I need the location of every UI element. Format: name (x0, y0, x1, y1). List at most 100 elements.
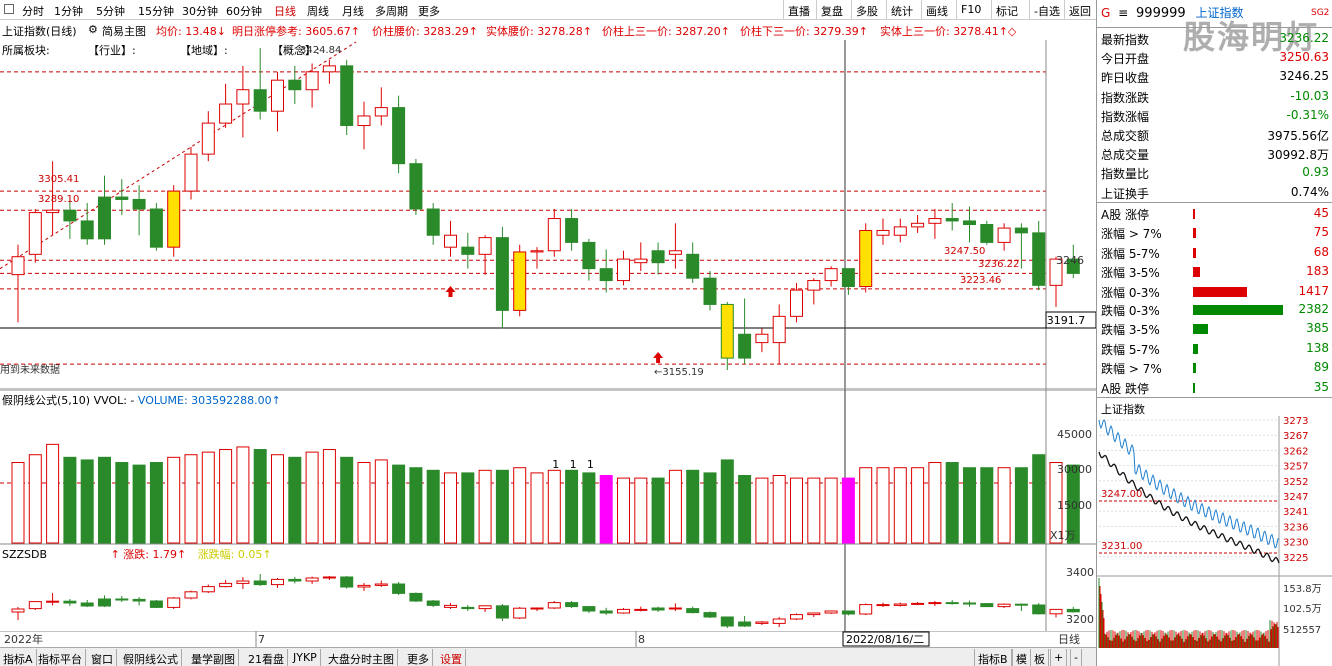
distribution-row: A股 涨停 45 (1101, 204, 1329, 223)
candle (928, 209, 942, 239)
gear-icon[interactable]: ⚙ (88, 23, 98, 36)
bottom-tab-5[interactable]: 21看盘 (245, 649, 288, 666)
candle (841, 268, 855, 295)
quote-label: 昨日收盘 (1101, 71, 1150, 86)
bottom-tab-7[interactable]: 大盘分时主图 (325, 649, 398, 666)
chart-title: 上证指数(日线) (2, 25, 77, 38)
indicator-candle (876, 602, 890, 607)
indicator-candle (582, 606, 596, 613)
toolbar-btn-3[interactable]: 统计 (886, 0, 917, 20)
g-icon[interactable]: G (1101, 6, 1110, 20)
toolbar-btn-8[interactable]: 返回 (1064, 0, 1095, 20)
period-4[interactable]: 30分钟 (182, 3, 218, 19)
toolbar-btn-4[interactable]: 画线 (921, 0, 952, 20)
bottom-tab-1[interactable]: 指标平台 (35, 649, 86, 666)
indicator-candle (738, 616, 752, 627)
period-7[interactable]: 周线 (307, 3, 329, 19)
toolbar-btn-1[interactable]: 复盘 (816, 0, 847, 20)
period-1[interactable]: 1分钟 (54, 3, 83, 19)
kline-chart[interactable]: 3305.41 3289.10 3247.50 3236.22 3223.46 ←3155… (0, 40, 1096, 390)
candle (28, 209, 42, 263)
candle (478, 235, 492, 275)
candle (409, 158, 423, 215)
distribution-label: A股 跌停 (1101, 381, 1150, 396)
candle (98, 175, 111, 245)
candle (184, 146, 198, 200)
indicator-candle (1049, 608, 1063, 618)
candle (530, 247, 544, 269)
bottom-tab-9[interactable]: 设置 (437, 649, 466, 666)
volume-bar (547, 469, 561, 544)
volume-bar (772, 475, 786, 544)
distribution-label: 跌幅 5-7% (1101, 342, 1160, 357)
toolbar-btn-5[interactable]: F10 (956, 0, 985, 20)
mini-chart-title: 上证指数 (1101, 403, 1145, 416)
bottom-tab-6[interactable]: JYKP (290, 649, 321, 666)
period-6[interactable]: 日线 (274, 3, 296, 19)
bottom-tab-4[interactable]: 量学副图 (188, 649, 239, 666)
candle (617, 250, 630, 286)
bottom-right-btn-1[interactable]: 模 (1012, 649, 1031, 666)
divider (1097, 27, 1332, 28)
period-indicator[interactable]: 日线 (1058, 632, 1080, 646)
period-0[interactable]: 分时 (22, 3, 44, 19)
quote-label: 上证换手 (1101, 186, 1150, 201)
mini-price-line (1098, 419, 1280, 549)
waist-price: 价柱腰价: 3283.29↑ (372, 25, 478, 38)
intraday-mini-chart[interactable]: 3273 3267 3262 3257 3252 3247 3241 3236 3230 3225… (1097, 416, 1332, 666)
body-waist-price: 实体腰价: 3278.28↑ (486, 25, 592, 38)
bottom-right-btn-0[interactable]: 指标B (974, 649, 1012, 666)
indicator-candle (253, 574, 267, 586)
period-2[interactable]: 5分钟 (96, 3, 125, 19)
candle (859, 223, 873, 293)
volume-bar (893, 467, 907, 544)
toolbar-btn-7[interactable]: -自选 (1029, 0, 1064, 20)
quote-value: 3246.25 (1279, 69, 1329, 84)
period-9[interactable]: 多周期 (375, 3, 408, 19)
volume-bar (322, 449, 336, 544)
distribution-label: 跌幅 > 7% (1101, 362, 1162, 377)
volume-bar (149, 462, 163, 544)
bottom-right-btn-2[interactable]: 板 (1030, 649, 1049, 666)
volume-bar (928, 462, 942, 544)
indicator-candle (945, 600, 959, 605)
quote-label: 指数涨幅 (1101, 109, 1150, 124)
indicator-candle (305, 576, 319, 584)
quote-row: 昨日收盘 3246.25 (1101, 67, 1329, 86)
volume-bar (63, 456, 77, 544)
bottom-tab-0[interactable]: 指标A (0, 649, 37, 666)
menu-icon[interactable]: ≡ (1118, 6, 1128, 20)
period-10[interactable]: 更多 (418, 3, 440, 19)
volume-bar (444, 472, 457, 544)
volume-bar (288, 456, 302, 544)
candle (582, 238, 596, 281)
bottom-right-btn-4[interactable]: - (1070, 649, 1082, 666)
indicator-candle (513, 607, 527, 619)
buy-arrow-icon (445, 286, 456, 297)
mini-ref-label: 3247.00 (1101, 489, 1142, 500)
indicator-candle (980, 603, 994, 608)
candle (1032, 220, 1046, 291)
volume-bar (1014, 467, 1028, 544)
indicator-chart[interactable]: 3400 3200 (0, 545, 1096, 631)
indicator-candle (322, 576, 336, 580)
toolbar-btn-2[interactable]: 多股 (851, 0, 882, 20)
bottom-tab-8[interactable]: 更多 (404, 649, 433, 666)
checkbox-icon[interactable] (4, 4, 14, 14)
distribution-bar (1193, 247, 1196, 258)
toolbar-btn-6[interactable]: 标记 (991, 0, 1022, 20)
quote-panel: G ≡ 999999 上证指数 SG2 股海明灯 最新指数 3236.22 今日开盘… (1096, 0, 1332, 666)
bottom-tab-3[interactable]: 假阴线公式 (120, 649, 182, 666)
distribution-value: 138 (1306, 340, 1329, 355)
bottom-right-btn-3[interactable]: + (1050, 649, 1068, 666)
period-5[interactable]: 60分钟 (226, 3, 262, 19)
bottom-tab-2[interactable]: 窗口 (88, 649, 117, 666)
volume-chart[interactable]: 1 1 1450003000015000X1万 (0, 390, 1096, 545)
template-name[interactable]: 简易主图 (102, 23, 146, 39)
toolbar-btn-0[interactable]: 直播 (783, 0, 814, 20)
period-3[interactable]: 15分钟 (138, 3, 174, 19)
indicator-candle (565, 601, 579, 608)
period-8[interactable]: 月线 (342, 3, 364, 19)
distribution-bar (1193, 305, 1283, 315)
candle (547, 209, 561, 257)
